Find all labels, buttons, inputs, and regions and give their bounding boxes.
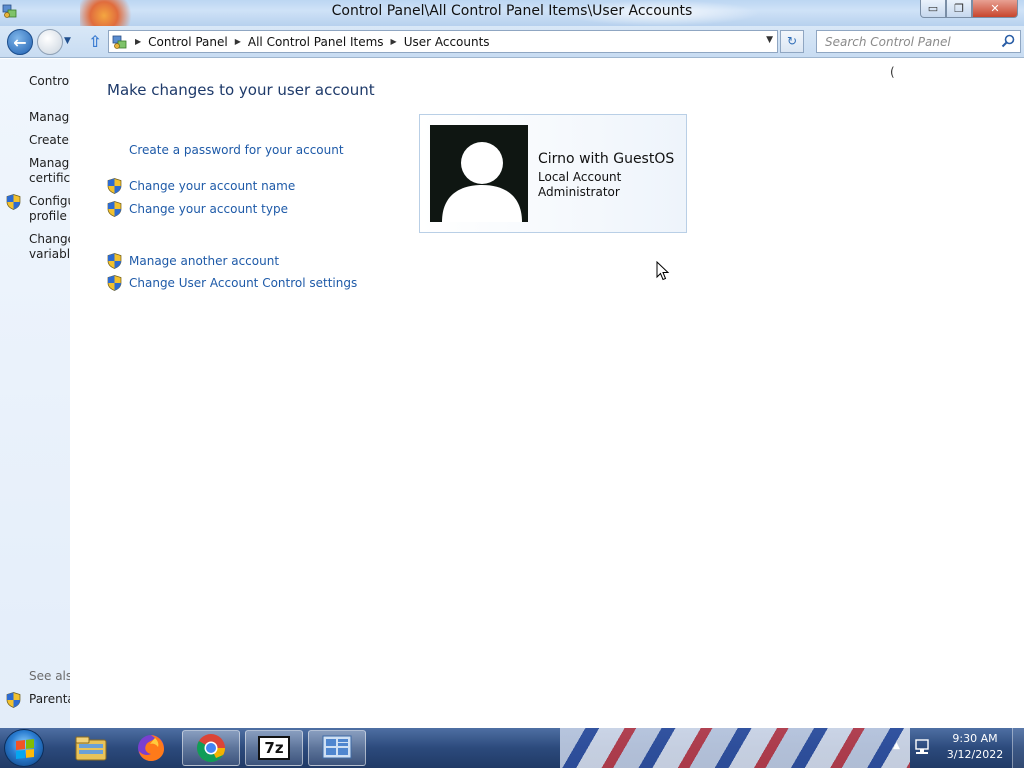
start-button[interactable] bbox=[4, 729, 44, 767]
configure-profile-link-line2[interactable]: profile p bbox=[29, 209, 70, 224]
left-task-pane: Control Manage Create a Manage certifica… bbox=[0, 59, 70, 728]
uac-shield-icon bbox=[6, 692, 21, 708]
control-panel-home-link[interactable]: Control bbox=[29, 74, 70, 89]
uac-shield-icon bbox=[107, 201, 122, 217]
chrome-icon bbox=[197, 734, 225, 762]
restore-button[interactable]: ❐ bbox=[946, 0, 972, 18]
page-title: Make changes to your user account bbox=[107, 81, 375, 99]
system-clock[interactable]: 9:30 AM 3/12/2022 bbox=[940, 731, 1010, 763]
refresh-icon: ↻ bbox=[786, 34, 798, 48]
manage-certificates-link-line2[interactable]: certifica bbox=[29, 171, 70, 186]
account-name: Cirno with GuestOS bbox=[538, 151, 675, 167]
wallpaper-art bbox=[560, 728, 910, 768]
clock-date: 3/12/2022 bbox=[946, 748, 1004, 761]
search-icon[interactable] bbox=[1001, 34, 1015, 48]
breadcrumb-user-accounts[interactable]: User Accounts bbox=[404, 35, 490, 49]
taskbar-file-explorer[interactable] bbox=[62, 730, 120, 766]
manage-credentials-link[interactable]: Manage bbox=[29, 110, 70, 125]
uac-shield-icon bbox=[107, 253, 122, 269]
breadcrumb-control-panel[interactable]: Control Panel bbox=[148, 35, 228, 49]
restore-icon: ❐ bbox=[954, 2, 964, 15]
back-arrow-icon: ← bbox=[13, 32, 27, 52]
control-panel-icon bbox=[322, 735, 352, 759]
change-account-type-link[interactable]: Change your account type bbox=[129, 202, 288, 216]
refresh-button[interactable]: ↻ bbox=[780, 30, 804, 53]
main-content: Make changes to your user account Create… bbox=[70, 59, 1024, 728]
title-bar[interactable]: Control Panel\All Control Panel Items\Us… bbox=[0, 0, 1024, 26]
account-card: Cirno with GuestOS Local Account Adminis… bbox=[419, 114, 687, 233]
show-hidden-icons-button[interactable]: ▲ bbox=[893, 741, 900, 751]
breadcrumb-separator-icon[interactable]: ▶ bbox=[135, 37, 141, 46]
minimize-button[interactable]: ▭ bbox=[920, 0, 946, 18]
uac-shield-icon bbox=[107, 275, 122, 291]
firefox-icon bbox=[138, 735, 164, 761]
taskbar-7zip[interactable]: 7z bbox=[245, 730, 303, 766]
minimize-icon: ▭ bbox=[927, 2, 939, 15]
configure-profile-link[interactable]: Configu bbox=[29, 194, 70, 209]
breadcrumb-separator-icon[interactable]: ▶ bbox=[391, 37, 397, 46]
windows-logo-icon bbox=[16, 739, 34, 759]
mouse-cursor-icon bbox=[656, 261, 670, 281]
create-password-link[interactable]: Create a password for your account bbox=[129, 143, 344, 157]
7zip-icon: 7z bbox=[258, 736, 290, 760]
create-reset-disk-link[interactable]: Create a bbox=[29, 133, 70, 148]
manage-certificates-link[interactable]: Manage bbox=[29, 156, 70, 171]
window-title: Control Panel\All Control Panel Items\Us… bbox=[331, 3, 693, 19]
account-type: Local Account bbox=[538, 170, 622, 184]
taskbar-firefox[interactable] bbox=[122, 730, 180, 766]
uac-shield-icon bbox=[6, 194, 21, 210]
up-arrow-icon[interactable]: ⇧ bbox=[86, 32, 104, 52]
network-icon[interactable] bbox=[913, 738, 933, 756]
breadcrumb-separator-icon[interactable]: ▶ bbox=[235, 37, 241, 46]
manage-another-account-link[interactable]: Manage another account bbox=[129, 254, 279, 268]
caption-buttons: ▭ ❐ ✕ bbox=[920, 0, 1018, 20]
taskbar-chrome[interactable] bbox=[182, 730, 240, 766]
search-input[interactable] bbox=[817, 31, 997, 52]
change-env-variables-link[interactable]: Change bbox=[29, 232, 70, 247]
file-explorer-icon bbox=[75, 736, 107, 761]
clock-time: 9:30 AM bbox=[952, 732, 998, 745]
close-icon: ✕ bbox=[990, 2, 1000, 15]
user-silhouette-icon bbox=[442, 142, 522, 222]
search-box[interactable] bbox=[816, 30, 1021, 53]
change-account-name-link[interactable]: Change your account name bbox=[129, 179, 295, 193]
taskbar: 7z ▲ 9:30 AM 3/12/2022 bbox=[0, 728, 1024, 768]
avatar bbox=[430, 125, 528, 222]
forward-button[interactable] bbox=[37, 29, 63, 55]
taskbar-control-panel[interactable] bbox=[308, 730, 366, 766]
account-role: Administrator bbox=[538, 185, 620, 199]
control-panel-icon bbox=[112, 35, 127, 49]
change-env-variables-link-line2[interactable]: variable bbox=[29, 247, 70, 262]
back-button[interactable]: ← bbox=[7, 29, 33, 55]
navigation-bar: ← ▼ ⇧ ▶ Control Panel ▶ All Control Pane… bbox=[0, 26, 1024, 58]
breadcrumb-all-items[interactable]: All Control Panel Items bbox=[248, 35, 384, 49]
address-dropdown-icon[interactable]: ▼ bbox=[766, 35, 773, 45]
7zip-label: 7z bbox=[264, 739, 284, 757]
uac-shield-icon bbox=[107, 178, 122, 194]
parental-controls-link[interactable]: Parenta bbox=[29, 692, 70, 707]
uac-settings-link[interactable]: Change User Account Control settings bbox=[129, 276, 357, 290]
show-desktop-button[interactable] bbox=[1012, 728, 1024, 768]
busy-indicator-icon: ( bbox=[890, 65, 895, 79]
recent-pages-dropdown[interactable]: ▼ bbox=[64, 36, 71, 46]
see-also-heading: See also bbox=[29, 669, 70, 683]
address-bar[interactable]: ▶ Control Panel ▶ All Control Panel Item… bbox=[108, 30, 778, 53]
close-button[interactable]: ✕ bbox=[972, 0, 1018, 18]
